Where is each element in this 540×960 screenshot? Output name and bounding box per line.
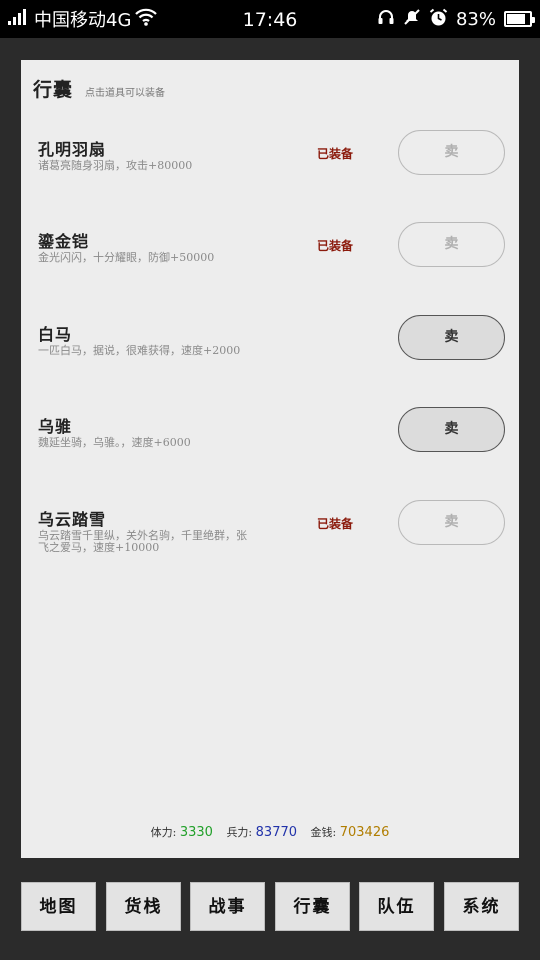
item-name: 白马: [38, 325, 73, 344]
stamina-value: 3330: [179, 825, 213, 840]
inventory-panel: 行囊 点击道具可以装备 孔明羽扇 诸葛亮随身羽扇，攻击+80000 已装备 卖 …: [21, 60, 519, 858]
list-item[interactable]: 鎏金铠 金光闪闪，十分耀眼，防御+50000 已装备 卖: [21, 222, 519, 308]
list-item[interactable]: 乌骓 魏延坐骑，乌骓。，速度+6000 卖: [21, 407, 519, 493]
status-right: 83%: [377, 0, 535, 38]
bottom-nav: 地图 货栈 战事 行囊 队伍 系统: [21, 882, 519, 932]
nav-battle-button[interactable]: 战事: [190, 882, 265, 931]
item-name: 孔明羽扇: [38, 140, 107, 159]
equipped-badge: 已装备: [317, 517, 354, 531]
sell-button[interactable]: 卖: [398, 500, 505, 545]
item-name: 乌骓: [38, 417, 73, 436]
player-stats: 体力: 3330 兵力: 83770 金钱: 703426: [21, 824, 519, 840]
equipped-badge: 已装备: [317, 239, 354, 253]
troops-label: 兵力:: [226, 826, 253, 839]
item-list: 孔明羽扇 诸葛亮随身羽扇，攻击+80000 已装备 卖 鎏金铠 金光闪闪，十分耀…: [21, 60, 519, 858]
list-item[interactable]: 乌云踏雪 乌云踏雪千里纵，关外名驹，千里绝群，张飞之爱马，速度+10000 已装…: [21, 500, 519, 586]
sell-button[interactable]: 卖: [398, 315, 505, 360]
status-bar: 中国移动4G 17:46 83%: [0, 0, 540, 38]
nav-warehouse-button[interactable]: 货栈: [106, 882, 181, 931]
item-desc: 一匹白马，据说，很难获得，速度+2000: [38, 344, 241, 357]
nav-inventory-button[interactable]: 行囊: [275, 882, 350, 931]
item-desc: 魏延坐骑，乌骓。，速度+6000: [38, 436, 191, 449]
list-item[interactable]: 白马 一匹白马，据说，很难获得，速度+2000 卖: [21, 315, 519, 401]
muted-icon: [403, 8, 421, 30]
troops-value: 83770: [255, 825, 298, 840]
headset-icon: [377, 8, 395, 30]
stamina-label: 体力:: [150, 826, 177, 839]
sell-button[interactable]: 卖: [398, 222, 505, 267]
alarm-icon: [429, 8, 448, 31]
sell-button[interactable]: 卖: [398, 130, 505, 175]
sell-button[interactable]: 卖: [398, 407, 505, 452]
list-item[interactable]: 孔明羽扇 诸葛亮随身羽扇，攻击+80000 已装备 卖: [21, 130, 519, 216]
battery-icon: [504, 11, 535, 27]
gold-value: 703426: [339, 825, 390, 840]
equipped-badge: 已装备: [317, 147, 354, 161]
nav-system-button[interactable]: 系统: [444, 882, 519, 931]
item-name: 鎏金铠: [38, 232, 90, 251]
battery-percent: 83%: [455, 8, 496, 30]
gold-label: 金钱:: [310, 826, 337, 839]
item-desc: 金光闪闪，十分耀眼，防御+50000: [38, 251, 215, 264]
item-desc: 乌云踏雪千里纵，关外名驹，千里绝群，张飞之爱马，速度+10000: [38, 529, 247, 554]
item-desc: 诸葛亮随身羽扇，攻击+80000: [38, 159, 193, 172]
nav-team-button[interactable]: 队伍: [359, 882, 434, 931]
item-name: 乌云踏雪: [38, 510, 107, 529]
nav-map-button[interactable]: 地图: [21, 882, 96, 931]
